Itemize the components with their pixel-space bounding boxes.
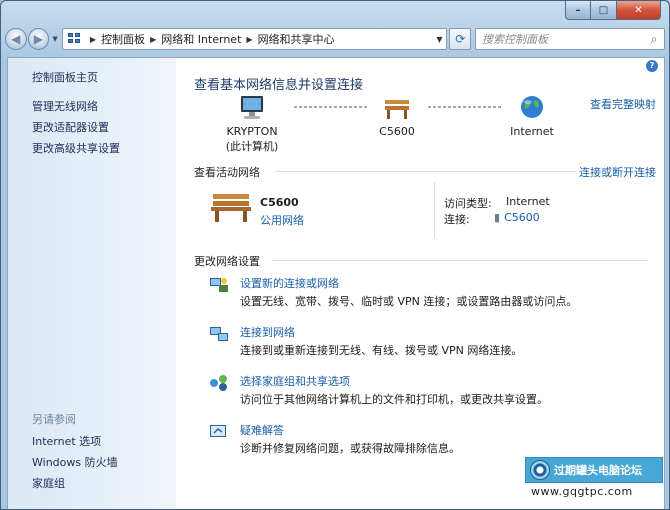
- search-input[interactable]: 搜索控制面板 ⌕: [475, 28, 665, 50]
- troubleshoot-icon: [210, 425, 226, 437]
- section-divider: [272, 260, 648, 261]
- watermark-badge: 过期罐头电脑论坛: [525, 457, 663, 483]
- refresh-button[interactable]: ⟳: [449, 28, 472, 50]
- main-panel: ? 查看基本网络信息并设置连接 查看完整映射 KRYPTON (此计算机) C5…: [176, 58, 664, 509]
- see-also-internet-options[interactable]: Internet 选项: [32, 433, 101, 449]
- refresh-icon: ⟳: [455, 32, 466, 46]
- forward-arrow-icon: ▶: [33, 32, 43, 46]
- access-type-label: 访问类型:: [444, 197, 492, 210]
- search-icon[interactable]: ⌕: [644, 32, 664, 47]
- new-connection-link[interactable]: 设置新的连接或网络: [240, 275, 339, 291]
- see-also-heading: 另请参阅: [32, 413, 76, 426]
- breadcrumb-network-internet[interactable]: 网络和 Internet: [161, 31, 241, 47]
- connect-disconnect-link[interactable]: 连接或断开连接: [579, 164, 656, 180]
- connection-value-link[interactable]: C5600: [504, 211, 540, 224]
- control-panel-window: – □ ✕ ◀ ▶ ▼ ▶ 控制面板 ▶ 网络和 Internet ▶ 网络和共…: [0, 0, 670, 510]
- computer-name: KRYPTON: [226, 125, 278, 138]
- see-also-homegroup[interactable]: 家庭组: [32, 475, 65, 491]
- homegroup-icon: [210, 375, 227, 391]
- connection-value[interactable]: ▮ C5600: [494, 211, 540, 224]
- computer-subtitle: (此计算机): [225, 140, 279, 153]
- troubleshoot-desc: 诊断并修复网络问题，或获得故障排除信息。: [240, 442, 460, 455]
- section-divider: [276, 171, 576, 172]
- back-arrow-icon: ◀: [11, 32, 21, 46]
- watermark-title: 过期罐头电脑论坛: [554, 464, 642, 477]
- navigation-bar: ◀ ▶ ▼ ▶ 控制面板 ▶ 网络和 Internet ▶ 网络和共享中心 ▼ …: [5, 25, 665, 53]
- map-link-line: [428, 106, 502, 108]
- vertical-divider: [434, 182, 435, 238]
- connect-network-desc: 连接到或重新连接到无线、有线、拨号或 VPN 网络连接。: [240, 344, 523, 357]
- maximize-button[interactable]: □: [591, 1, 617, 20]
- change-settings-heading: 更改网络设置: [194, 255, 260, 268]
- computer-icon: [241, 96, 263, 119]
- help-icon[interactable]: ?: [646, 60, 658, 72]
- view-full-map-link[interactable]: 查看完整映射: [590, 96, 656, 112]
- map-link-line: [294, 106, 368, 108]
- disc-logo-icon: [530, 460, 550, 480]
- connect-network-link[interactable]: 连接到网络: [240, 324, 295, 340]
- active-network-type-link[interactable]: 公用网络: [260, 212, 304, 228]
- homegroup-link[interactable]: 选择家庭组和共享选项: [240, 373, 350, 389]
- active-network-name: C5600: [260, 196, 299, 209]
- sidebar-home-link[interactable]: 控制面板主页: [32, 69, 98, 85]
- new-connection-desc: 设置无线、宽带、拨号、临时或 VPN 连接；或设置路由器或访问点。: [240, 295, 578, 308]
- address-dropdown-icon[interactable]: ▼: [432, 35, 446, 44]
- map-node-network[interactable]: C5600: [372, 94, 422, 138]
- troubleshoot-link[interactable]: 疑难解答: [240, 422, 284, 438]
- bench-icon: [211, 194, 251, 222]
- window-caption-buttons: – □ ✕: [565, 1, 661, 20]
- recent-pages-dropdown[interactable]: ▼: [50, 35, 60, 43]
- new-connection-icon: [210, 278, 228, 292]
- address-bar[interactable]: ▶ 控制面板 ▶ 网络和 Internet ▶ 网络和共享中心 ▼: [61, 28, 448, 50]
- wireless-signal-icon: ▮: [494, 211, 501, 224]
- breadcrumb-separator: ▶: [150, 34, 157, 44]
- task-sidebar: 控制面板主页 管理无线网络 更改适配器设置 更改高级共享设置 另请参阅 Inte…: [8, 58, 176, 509]
- sidebar-manage-wireless[interactable]: 管理无线网络: [32, 98, 98, 114]
- forward-button[interactable]: ▶: [27, 28, 50, 50]
- page-title: 查看基本网络信息并设置连接: [194, 78, 364, 93]
- map-node-computer[interactable]: KRYPTON (此计算机): [216, 94, 288, 154]
- breadcrumb-network-sharing-center[interactable]: 网络和共享中心: [258, 31, 335, 47]
- forum-watermark: 过期罐头电脑论坛 www.gqgtpc.com: [525, 457, 663, 499]
- internet-name: Internet: [510, 125, 554, 138]
- breadcrumb-control-panel[interactable]: 控制面板: [101, 31, 145, 47]
- breadcrumb-separator: ▶: [246, 34, 253, 44]
- connect-network-icon: [210, 327, 228, 341]
- map-node-internet[interactable]: Internet: [502, 94, 562, 138]
- breadcrumb-separator: ▶: [89, 34, 97, 44]
- minimize-button[interactable]: –: [565, 1, 591, 20]
- network-name: C5600: [379, 125, 415, 138]
- connection-label: 连接:: [444, 213, 470, 226]
- watermark-url: www.gqgtpc.com: [531, 485, 633, 498]
- content-area: 控制面板主页 管理无线网络 更改适配器设置 更改高级共享设置 另请参阅 Inte…: [7, 57, 665, 509]
- control-panel-icon: [67, 32, 83, 46]
- back-button[interactable]: ◀: [5, 28, 27, 50]
- see-also-windows-firewall[interactable]: Windows 防火墙: [32, 454, 118, 470]
- sidebar-advanced-sharing[interactable]: 更改高级共享设置: [32, 140, 120, 156]
- sidebar-change-adapter[interactable]: 更改适配器设置: [32, 119, 109, 135]
- homegroup-desc: 访问位于其他网络计算机上的文件和打印机，或更改共享设置。: [240, 393, 548, 406]
- access-type-value: Internet: [506, 195, 550, 208]
- globe-icon: [521, 96, 543, 118]
- search-placeholder: 搜索控制面板: [482, 33, 549, 46]
- close-button[interactable]: ✕: [617, 1, 661, 20]
- bench-icon: [385, 100, 409, 119]
- active-networks-heading: 查看活动网络: [194, 166, 260, 179]
